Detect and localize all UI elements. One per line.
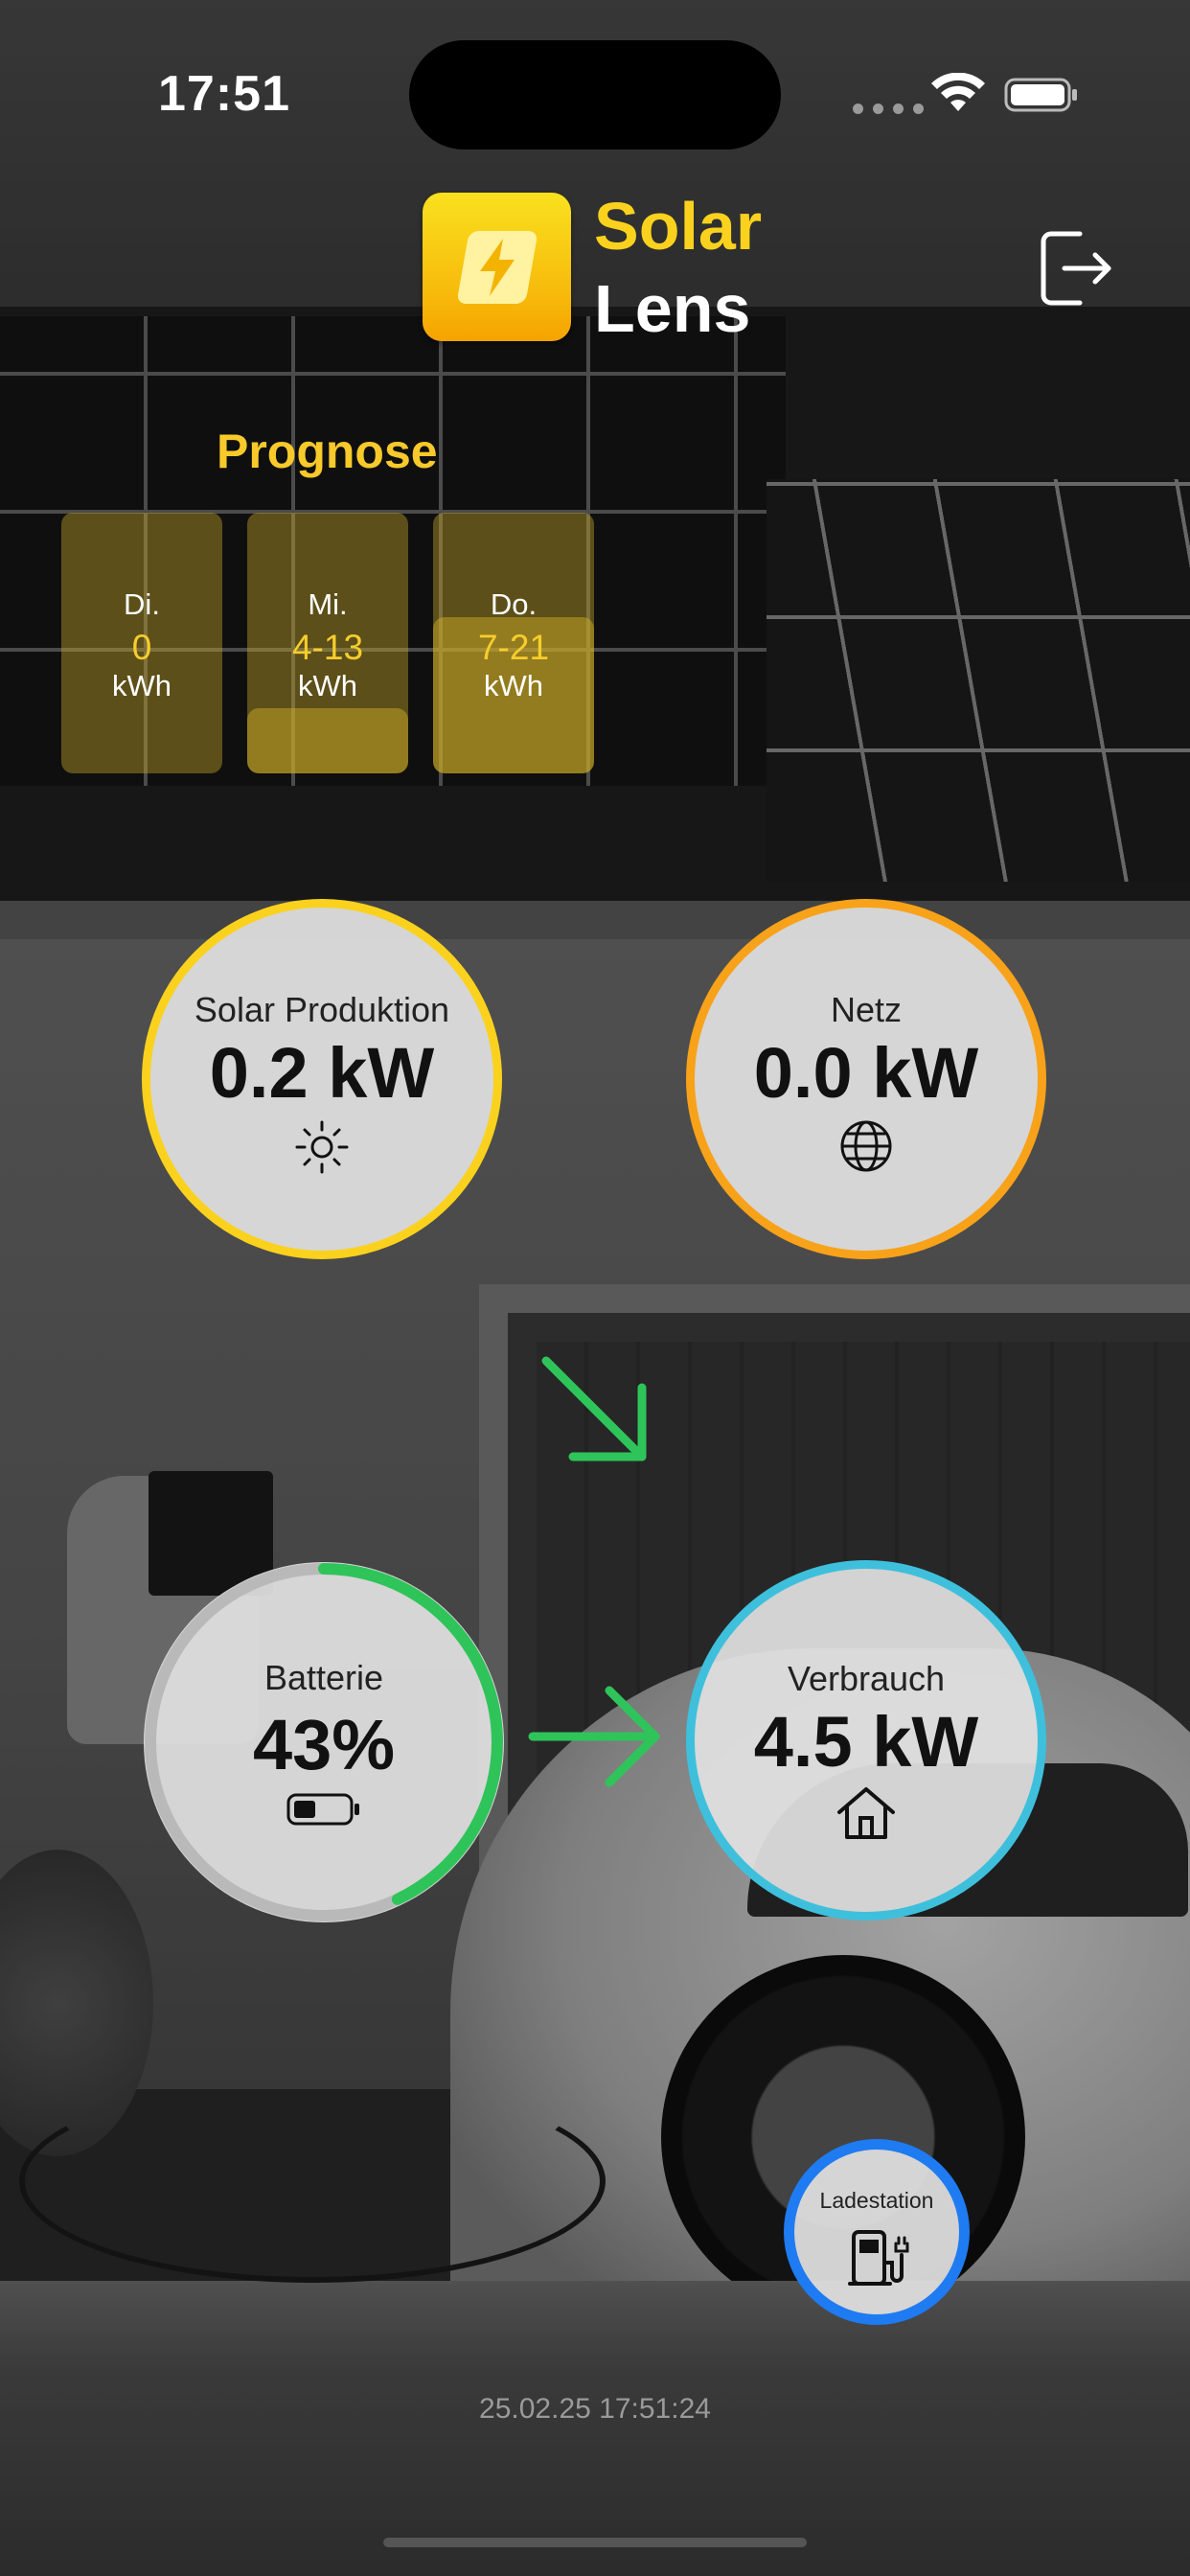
sun-icon bbox=[295, 1120, 349, 1174]
grid-value: 0.0 kW bbox=[753, 1033, 979, 1113]
status-time: 17:51 bbox=[158, 66, 290, 122]
dynamic-island bbox=[409, 40, 781, 150]
forecast-value: 7-21 bbox=[477, 628, 550, 667]
home-indicator[interactable] bbox=[383, 2538, 807, 2547]
charging-station-button[interactable]: Ladestation bbox=[784, 2139, 970, 2325]
consumption-tile[interactable]: Verbrauch 4.5 kW bbox=[686, 1560, 1046, 1920]
ev-charger-icon bbox=[848, 2230, 909, 2286]
solar-label: Solar Produktion bbox=[194, 990, 450, 1029]
consumption-label: Verbrauch bbox=[787, 1659, 946, 1698]
forecast-unit: kWh bbox=[484, 669, 543, 702]
forecast-value: 0 bbox=[131, 628, 152, 667]
grid-tile[interactable]: Netz 0.0 kW bbox=[686, 899, 1046, 1259]
solar-value: 0.2 kW bbox=[209, 1033, 435, 1113]
consumption-value: 4.5 kW bbox=[753, 1702, 979, 1782]
forecast-unit: kWh bbox=[298, 669, 357, 702]
house-icon bbox=[837, 1787, 895, 1839]
battery-icon bbox=[1004, 78, 1077, 112]
battery-level-ring bbox=[145, 1563, 503, 1921]
arrow-right-icon bbox=[528, 1686, 660, 1787]
background-photo bbox=[0, 0, 1190, 2576]
wifi-icon bbox=[931, 73, 985, 111]
forecast-day-card: Mi. 4-13 kWh bbox=[247, 513, 408, 773]
forecast-day: Di. bbox=[124, 587, 160, 621]
last-update-timestamp: 25.02.25 17:51:24 bbox=[479, 2393, 711, 2425]
cellular-dots-icon bbox=[853, 104, 924, 114]
app-title: Solar Lens bbox=[594, 185, 762, 350]
forecast-day-card: Di. 0 kWh bbox=[61, 513, 222, 773]
forecast-day: Do. bbox=[490, 587, 538, 621]
forecast-unit: kWh bbox=[112, 669, 172, 702]
forecast-day: Mi. bbox=[308, 587, 348, 621]
lightning-bolt-icon bbox=[480, 239, 515, 296]
forecast-title: Prognose bbox=[217, 425, 438, 478]
charging-station-label: Ladestation bbox=[819, 2188, 934, 2213]
status-bar: 17:51 bbox=[0, 0, 1190, 172]
forecast-day-card: Do. 7-21 kWh bbox=[433, 513, 594, 773]
solar-production-tile[interactable]: Solar Produktion 0.2 kW bbox=[142, 899, 502, 1259]
app-title-line1: Solar bbox=[594, 189, 763, 264]
forecast-value: 4-13 bbox=[291, 628, 364, 667]
app-logo bbox=[423, 193, 571, 341]
app-title-line2: Lens bbox=[594, 271, 751, 346]
grid-label: Netz bbox=[830, 990, 903, 1029]
forecast-fill bbox=[247, 708, 408, 773]
logout-icon[interactable] bbox=[1038, 228, 1114, 309]
arrow-down-right-icon bbox=[541, 1356, 647, 1461]
globe-icon bbox=[840, 1120, 892, 1172]
